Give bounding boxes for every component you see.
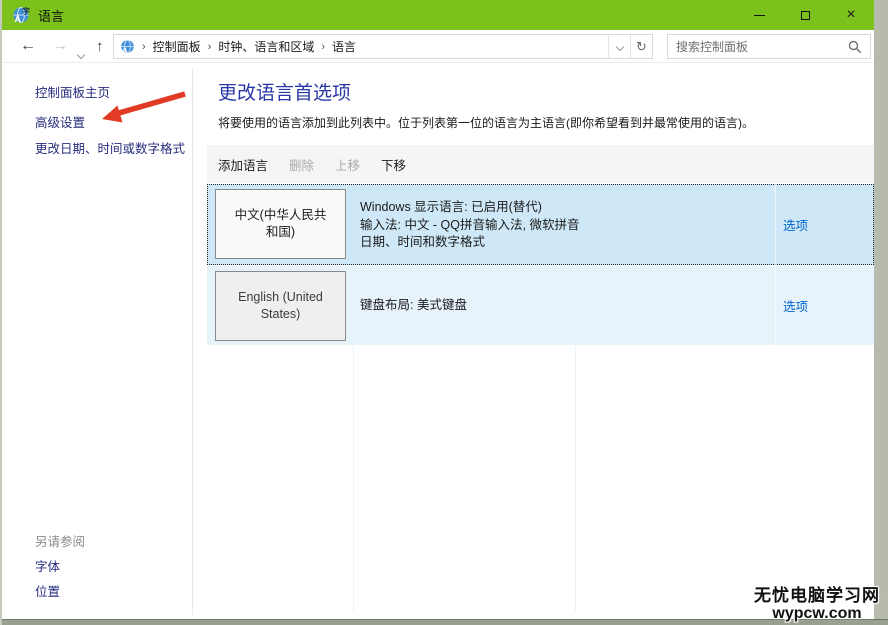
breadcrumb-language[interactable]: 语言 <box>332 38 356 55</box>
sidebar-divider <box>192 69 193 615</box>
language-icon: 字 A <box>13 6 30 24</box>
sidebar-item-fonts[interactable]: 字体 <box>35 556 60 575</box>
chevron-down-icon <box>615 42 624 51</box>
language-details: Windows 显示语言: 已启用(替代) 输入法: 中文 - QQ拼音输入法,… <box>360 199 579 252</box>
maximize-button[interactable] <box>782 0 828 30</box>
caption-buttons: × <box>736 0 874 30</box>
sidebar-item-advanced-settings[interactable]: 高级设置 <box>35 112 85 131</box>
remove-button[interactable]: 删除 <box>289 155 314 174</box>
back-button[interactable]: ← <box>20 38 36 54</box>
options-link[interactable]: 选项 <box>783 184 808 265</box>
language-name-box[interactable]: 中文(中华人民共和国) <box>215 189 346 259</box>
language-details: 键盘布局: 美式键盘 <box>360 266 467 345</box>
search-box <box>667 34 871 59</box>
svg-text:A: A <box>122 45 128 54</box>
detail-line: 键盘布局: 美式键盘 <box>360 297 467 312</box>
breadcrumb-separator-icon: › <box>142 40 146 53</box>
move-down-button[interactable]: 下移 <box>381 155 406 174</box>
title-bar: 字 A 语言 × <box>2 0 874 30</box>
recent-pages-chevron-icon[interactable] <box>76 45 86 63</box>
up-button[interactable]: ↑ <box>96 39 104 54</box>
page-title: 更改语言首选项 <box>218 83 352 104</box>
detail-line: Windows 显示语言: 已启用(替代) <box>360 200 542 214</box>
search-icon <box>848 40 862 53</box>
breadcrumb-clock-language-region[interactable]: 时钟、语言和区域 <box>218 38 314 55</box>
watermark: 无忧电脑学习网 wypcw.com <box>754 586 880 623</box>
navigation-bar: ← → ↑ A › 控制面板 › 时钟、语言和区域 › 语言 ↻ <box>2 30 874 63</box>
forward-button[interactable]: → <box>52 38 68 54</box>
search-input[interactable] <box>668 39 848 54</box>
language-row-english[interactable]: English (United States) 键盘布局: 美式键盘 选项 <box>207 266 874 345</box>
minimize-button[interactable] <box>736 0 782 30</box>
detail-line: 输入法: 中文 - QQ拼音输入法, 微软拼音 <box>360 217 580 232</box>
options-column-divider <box>775 266 776 345</box>
svg-text:A: A <box>15 14 22 24</box>
window-shadow-right <box>874 0 888 625</box>
page-description: 将要使用的语言添加到此列表中。位于列表第一位的语言为主语言(即你希望看到并最常使… <box>218 116 754 130</box>
sidebar-item-control-panel-home[interactable]: 控制面板主页 <box>35 82 110 101</box>
breadcrumb-separator-icon: › <box>321 40 326 53</box>
options-column-divider <box>775 184 776 265</box>
watermark-site-url: wypcw.com <box>772 605 862 623</box>
breadcrumb-control-panel[interactable]: 控制面板 <box>153 38 201 55</box>
move-up-button[interactable]: 上移 <box>335 155 360 174</box>
maximize-icon <box>800 10 810 20</box>
add-language-button[interactable]: 添加语言 <box>218 155 268 174</box>
address-bar[interactable]: A › 控制面板 › 时钟、语言和区域 › 语言 ↻ <box>113 34 653 59</box>
window-title: 语言 <box>38 8 65 24</box>
language-list-toolbar: 添加语言 删除 上移 下移 <box>207 145 874 183</box>
watermark-site-name: 无忧电脑学习网 <box>754 586 880 606</box>
content-area: 控制面板主页 高级设置 更改日期、时间或数字格式 另请参阅 字体 位置 更改语言… <box>2 63 874 619</box>
breadcrumb-language-icon: A <box>121 39 134 54</box>
list-grid-line <box>575 345 576 612</box>
close-button[interactable]: × <box>828 0 874 30</box>
close-icon: × <box>846 6 856 23</box>
detail-line: 日期、时间和数字格式 <box>360 235 486 249</box>
breadcrumb-separator-icon: › <box>207 40 212 53</box>
language-row-chinese[interactable]: 中文(中华人民共和国) Windows 显示语言: 已启用(替代) 输入法: 中… <box>207 184 874 265</box>
refresh-button[interactable]: ↻ <box>630 35 652 58</box>
list-grid-line <box>353 345 354 612</box>
see-also-header: 另请参阅 <box>35 535 86 549</box>
minimize-icon <box>753 14 765 16</box>
language-name-box[interactable]: English (United States) <box>215 271 346 341</box>
options-link[interactable]: 选项 <box>783 266 808 345</box>
refresh-icon: ↻ <box>636 38 647 54</box>
svg-text:字: 字 <box>22 6 30 16</box>
language-control-panel-window: 字 A 语言 × ← → ↑ A › 控制面板 › 时钟、语言和区域 › 语言 … <box>0 0 888 625</box>
sidebar-item-location[interactable]: 位置 <box>35 581 60 600</box>
sidebar-item-change-date-time-formats[interactable]: 更改日期、时间或数字格式 <box>35 138 185 157</box>
address-dropdown-button[interactable] <box>608 35 630 58</box>
